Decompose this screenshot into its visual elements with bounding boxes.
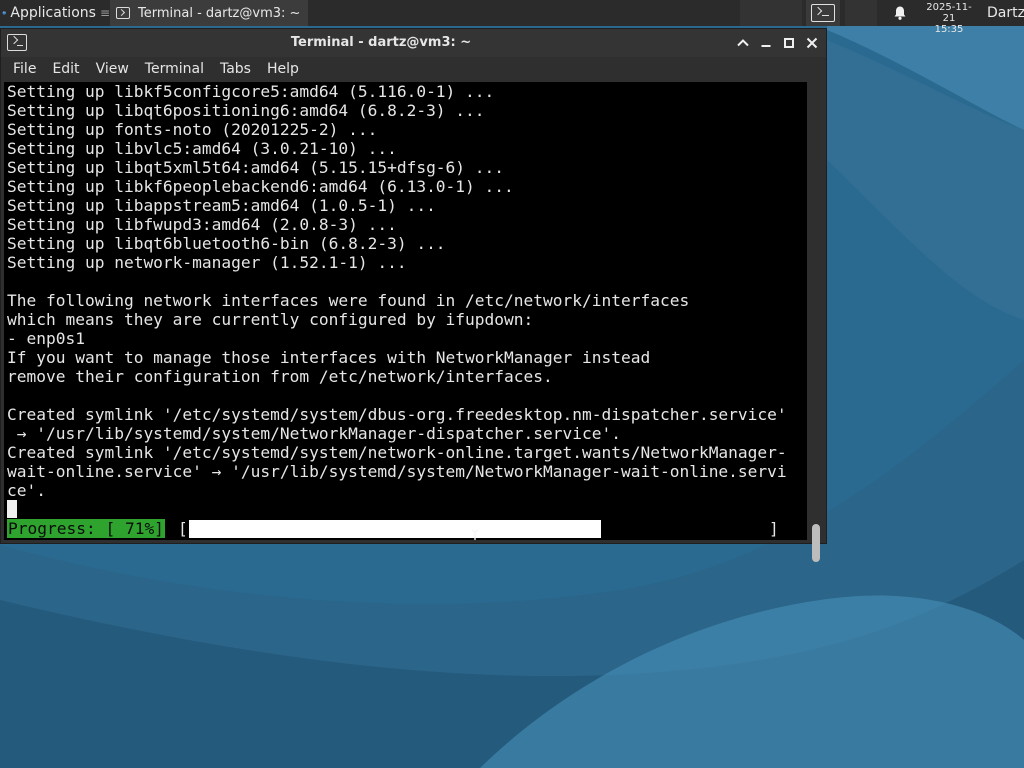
terminal-line: Setting up libfwupd3:amd64 (2.0.8-3) ... (7, 215, 397, 234)
taskbar-empty-area (740, 0, 802, 26)
terminal-scrollbar[interactable] (807, 82, 825, 562)
terminal-line: ce'. (7, 481, 46, 500)
terminal-line: The following network interfaces were fo… (7, 291, 690, 310)
terminal-launcher-icon (811, 4, 835, 22)
menu-file[interactable]: File (5, 57, 44, 81)
menu-terminal[interactable]: Terminal (137, 57, 212, 81)
terminal-lines: Setting up libkf5configcore5:amd64 (5.11… (7, 82, 807, 500)
terminal-output[interactable]: Setting up libkf5configcore5:amd64 (5.11… (4, 82, 807, 540)
clock-date: 2025-11-21 (926, 2, 972, 24)
terminal-line: Setting up libappstream5:amd64 (1.0.5-1)… (7, 196, 436, 215)
terminal-line: Setting up network-manager (1.52.1-1) ..… (7, 253, 407, 272)
chevron-up-icon[interactable] (735, 35, 751, 51)
clock[interactable]: 2025-11-21 15:35 (920, 2, 978, 35)
panel-empty-area (845, 0, 877, 26)
terminal-line: Setting up libkf5configcore5:amd64 (5.11… (7, 82, 495, 101)
terminal-line: Created symlink '/etc/systemd/system/net… (7, 443, 787, 462)
progress-row: Progress: [ 71%] [ ] (7, 519, 807, 538)
progress-bracket-open: [ (178, 519, 188, 538)
terminal-line: Setting up libkf6peoplebackend6:amd64 (6… (7, 177, 514, 196)
terminal-window: Terminal - dartz@vm3: ~ File Edit View T… (0, 28, 827, 562)
terminal-launcher-button[interactable] (806, 0, 840, 26)
terminal-line: Setting up fonts-noto (20201225-2) ... (7, 120, 378, 139)
terminal-line: Setting up libvlc5:amd64 (3.0.21-10) ... (7, 139, 397, 158)
terminal-icon (116, 7, 130, 19)
taskbar-terminal-button[interactable]: Terminal - dartz@vm3: ~ (110, 0, 308, 26)
progress-bar-fill (189, 520, 601, 538)
terminal-line: which means they are currently configure… (7, 310, 534, 329)
text-cursor-icon (471, 529, 479, 540)
maximize-icon[interactable] (781, 35, 797, 51)
terminal-line: Setting up libqt5xml5t64:amd64 (5.15.15+… (7, 158, 505, 177)
menu-view[interactable]: View (88, 57, 137, 81)
minimize-icon[interactable] (758, 35, 774, 51)
terminal-cursor (7, 500, 17, 518)
close-icon[interactable] (804, 35, 820, 51)
menu-edit[interactable]: Edit (44, 57, 87, 81)
scrollbar-thumb[interactable] (812, 524, 820, 562)
terminal-line: → '/usr/lib/systemd/system/NetworkManage… (7, 424, 621, 443)
terminal-line: wait-online.service' → '/usr/lib/systemd… (7, 462, 787, 481)
progress-bracket-close: ] (769, 519, 779, 538)
applications-label: Applications (10, 5, 96, 21)
bell-icon[interactable] (892, 5, 908, 21)
terminal-line: If you want to manage those interfaces w… (7, 348, 651, 367)
menu-separator-icon: ≡ (99, 6, 110, 20)
window-title: Terminal - dartz@vm3: ~ (290, 35, 472, 50)
user-menu[interactable]: Dartz (987, 0, 1024, 26)
terminal-line: remove their configuration from /etc/net… (7, 367, 553, 386)
top-panel: Applications ≡ Terminal - dartz@vm3: ~ 2… (0, 0, 1024, 35)
menu-bar: File Edit View Terminal Tabs Help (1, 57, 826, 81)
clock-time: 15:35 (934, 24, 964, 35)
terminal-line: Created symlink '/etc/systemd/system/dbu… (7, 405, 787, 424)
menu-help[interactable]: Help (259, 57, 307, 81)
window-titlebar[interactable]: Terminal - dartz@vm3: ~ (1, 29, 826, 57)
terminal-line: Setting up libqt6positioning6:amd64 (6.8… (7, 101, 485, 120)
taskbar-terminal-label: Terminal - dartz@vm3: ~ (138, 5, 301, 21)
applications-menu-button[interactable]: Applications ≡ (0, 0, 110, 26)
terminal-line: - enp0s1 (7, 329, 85, 348)
menu-tabs[interactable]: Tabs (212, 57, 259, 81)
xfce-mouse-logo-icon (2, 11, 6, 15)
progress-label: Progress: [ 71%] (7, 519, 165, 538)
terminal-line: Setting up libqt6bluetooth6-bin (6.8.2-3… (7, 234, 446, 253)
